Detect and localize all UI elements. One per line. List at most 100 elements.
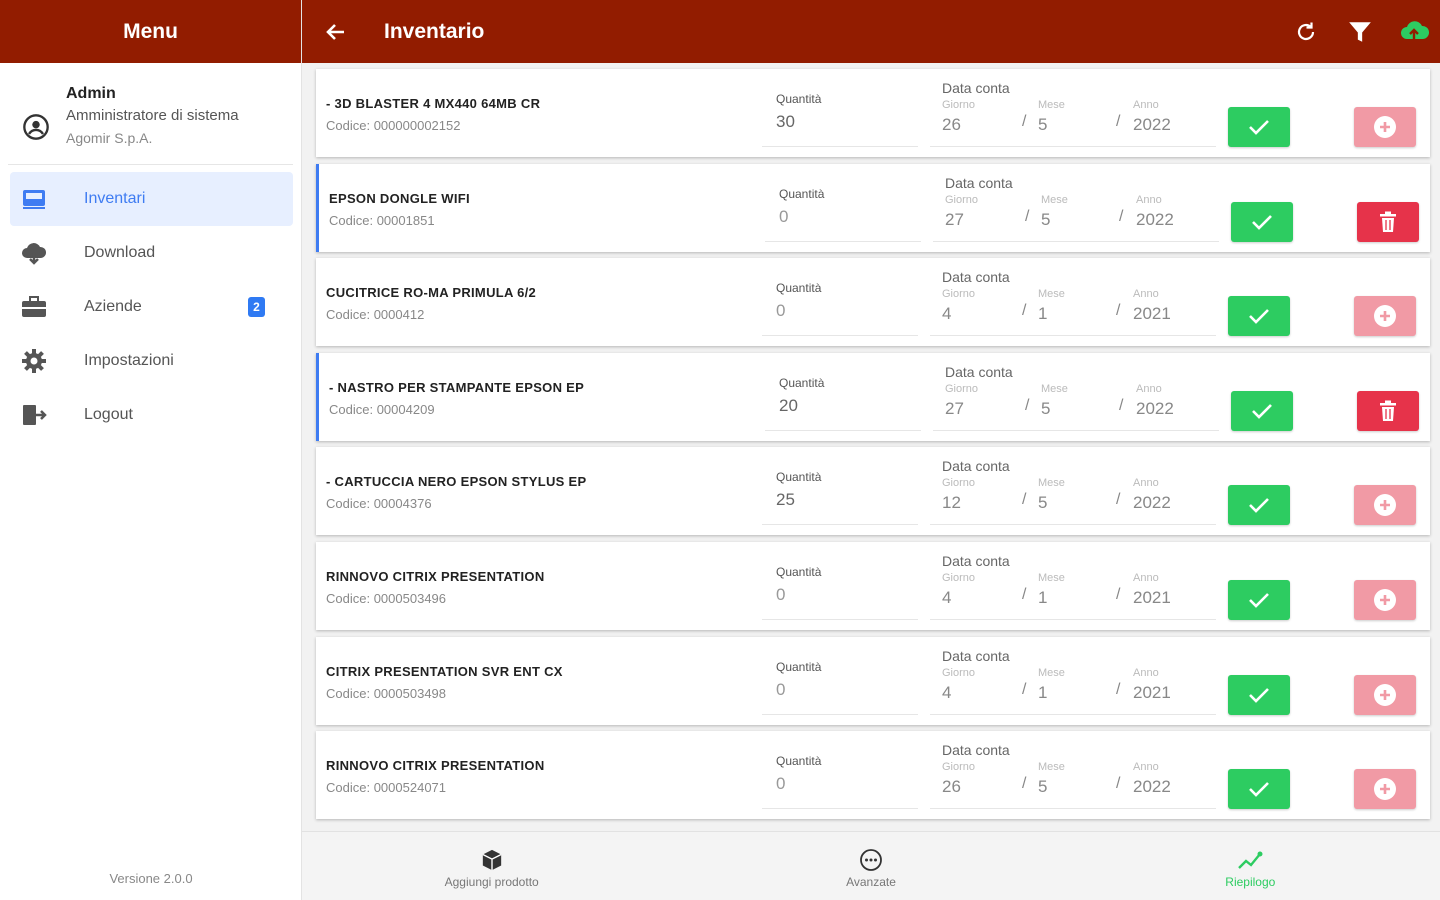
count-date-label: Data conta <box>945 174 1013 191</box>
add-button[interactable] <box>1354 579 1416 620</box>
quantity-field[interactable]: Quantità 0 <box>762 751 918 810</box>
day-field[interactable]: Giorno 4 <box>942 286 975 326</box>
day-label: Giorno <box>942 666 976 679</box>
confirm-button[interactable] <box>1228 485 1290 526</box>
quantity-value: 0 <box>776 584 786 604</box>
inventory-row[interactable]: RINNOVO CITRIX PRESENTATION Codice: 0000… <box>316 541 1430 630</box>
year-field[interactable]: Anno 2022 <box>1133 759 1171 799</box>
product-info: - 3D BLASTER 4 MX440 64MB CR Codice: 000… <box>316 89 762 137</box>
date-separator: / <box>1119 207 1124 225</box>
inventory-row[interactable]: - CARTUCCIA NERO EPSON STYLUS EP Codice:… <box>316 447 1430 536</box>
day-field[interactable]: Giorno 26 <box>942 759 975 799</box>
confirm-button[interactable] <box>1228 579 1290 620</box>
quantity-field[interactable]: Quantità 0 <box>762 562 918 620</box>
tab-aggiungi-prodotto[interactable]: Aggiungi prodotto <box>302 832 681 900</box>
year-field[interactable]: Anno 2021 <box>1133 665 1171 705</box>
year-field[interactable]: Anno 2022 <box>1136 381 1174 421</box>
trash-icon <box>1380 400 1396 421</box>
menu-item-logout[interactable]: Logout <box>10 388 293 442</box>
inventory-row[interactable]: - NASTRO PER STAMPANTE EPSON EP Codice: … <box>316 352 1430 441</box>
day-field[interactable]: Giorno 27 <box>945 192 978 232</box>
confirm-button[interactable] <box>1228 296 1290 337</box>
confirm-button[interactable] <box>1228 674 1290 715</box>
code-prefix: Codice: <box>326 496 371 512</box>
confirm-button[interactable] <box>1231 201 1293 242</box>
month-field[interactable]: Mese 1 <box>1038 570 1065 610</box>
delete-button[interactable] <box>1357 390 1419 431</box>
product-code: Codice: 000000002152 <box>326 115 762 137</box>
day-field[interactable]: Giorno 4 <box>942 665 975 705</box>
product-info: - CARTUCCIA NERO EPSON STYLUS EP Codice:… <box>316 467 762 515</box>
confirm-button[interactable] <box>1228 107 1290 147</box>
menu-item-inventari[interactable]: Inventari <box>10 172 293 226</box>
month-label: Mese <box>1038 666 1065 679</box>
day-field[interactable]: Giorno 4 <box>942 570 975 610</box>
day-field[interactable]: Giorno 26 <box>942 97 975 137</box>
menu-item-download[interactable]: Download <box>10 226 293 280</box>
delete-button[interactable] <box>1357 201 1419 242</box>
quantity-field[interactable]: Quantità 25 <box>762 467 918 526</box>
count-date-field: Data conta Giorno 4 / Mese 1 / Anno 2021 <box>930 548 1216 620</box>
add-button[interactable] <box>1354 485 1416 526</box>
check-icon <box>1252 403 1272 419</box>
quantity-field[interactable]: Quantità 0 <box>765 184 921 242</box>
inventory-row[interactable]: - 3D BLASTER 4 MX440 64MB CR Codice: 000… <box>316 69 1430 157</box>
count-date-label: Data conta <box>942 458 1010 475</box>
app-version: Versione 2.0.0 <box>109 871 193 886</box>
year-field[interactable]: Anno 2021 <box>1133 286 1171 326</box>
add-button[interactable] <box>1354 769 1416 810</box>
month-field[interactable]: Mese 5 <box>1041 381 1068 421</box>
add-button[interactable] <box>1354 296 1416 337</box>
product-code: Codice: 0000503496 <box>326 588 762 610</box>
user-circle-icon <box>23 114 49 140</box>
month-field[interactable]: Mese 5 <box>1038 759 1065 799</box>
product-code: Codice: 0000524071 <box>326 777 762 799</box>
add-button[interactable] <box>1354 107 1416 147</box>
year-field[interactable]: Anno 2022 <box>1133 475 1171 515</box>
month-field[interactable]: Mese 1 <box>1038 665 1065 705</box>
day-label: Giorno <box>942 477 976 490</box>
filter-button[interactable] <box>1340 12 1380 52</box>
inventory-row[interactable]: CITRIX PRESENTATION SVR ENT CX Codice: 0… <box>316 636 1430 725</box>
inventory-row[interactable]: RINNOVO CITRIX PRESENTATION Codice: 0000… <box>316 731 1430 820</box>
confirm-button[interactable] <box>1231 390 1293 431</box>
year-value: 2021 <box>1133 682 1171 702</box>
tab-riepilogo[interactable]: Riepilogo <box>1061 832 1440 900</box>
day-field[interactable]: Giorno 12 <box>942 475 975 515</box>
year-field[interactable]: Anno 2022 <box>1136 192 1174 232</box>
add-button[interactable] <box>1354 674 1416 715</box>
count-date-field: Data conta Giorno 26 / Mese 5 / Anno 202… <box>930 737 1216 810</box>
plus-circle-icon <box>1374 683 1396 706</box>
user-company: Agomir S.p.A. <box>66 130 153 146</box>
back-button[interactable] <box>316 12 356 52</box>
upload-button[interactable] <box>1394 12 1434 52</box>
month-field[interactable]: Mese 5 <box>1038 97 1065 137</box>
refresh-button[interactable] <box>1286 12 1326 52</box>
quantity-field[interactable]: Quantità 20 <box>765 373 921 431</box>
month-field[interactable]: Mese 5 <box>1038 475 1065 515</box>
date-separator: / <box>1022 302 1027 320</box>
month-label: Mese <box>1038 761 1065 774</box>
quantity-field[interactable]: Quantità 0 <box>762 278 918 337</box>
inventory-row[interactable]: CUCITRICE RO-MA PRIMULA 6/2 Codice: 0000… <box>316 258 1430 347</box>
year-label: Anno <box>1133 477 1159 490</box>
tab-avanzate[interactable]: Avanzate <box>681 832 1060 900</box>
year-field[interactable]: Anno 2022 <box>1133 97 1171 137</box>
month-field[interactable]: Mese 5 <box>1041 192 1068 232</box>
menu-item-aziende[interactable]: Aziende 2 <box>10 280 293 334</box>
quantity-field[interactable]: Quantità 30 <box>762 89 918 147</box>
day-field[interactable]: Giorno 27 <box>945 381 978 421</box>
day-value: 26 <box>942 115 961 134</box>
month-field[interactable]: Mese 1 <box>1038 286 1065 326</box>
tab-label: Aggiungi prodotto <box>444 875 539 889</box>
confirm-button[interactable] <box>1228 769 1290 810</box>
menu-item-impostazioni[interactable]: Impostazioni <box>10 334 293 388</box>
check-icon <box>1249 687 1269 703</box>
date-separator: / <box>1022 775 1027 793</box>
month-value: 1 <box>1038 587 1048 607</box>
year-field[interactable]: Anno 2021 <box>1133 570 1171 610</box>
year-value: 2021 <box>1133 304 1171 324</box>
inventory-list[interactable]: - 3D BLASTER 4 MX440 64MB CR Codice: 000… <box>302 63 1440 831</box>
quantity-field[interactable]: Quantità 0 <box>762 657 918 715</box>
inventory-row[interactable]: EPSON DONGLE WIFI Codice: 00001851 Quant… <box>316 163 1430 252</box>
